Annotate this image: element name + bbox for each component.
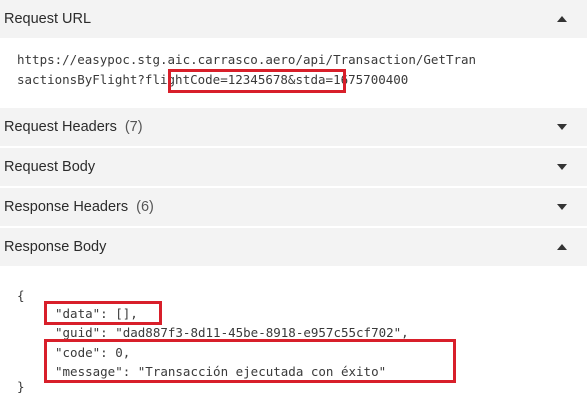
section-title: Response Headers (4, 199, 129, 215)
chevron-down-icon[interactable] (557, 204, 567, 210)
json-guid-line: "guid": "dad887f3-8d11-45be-8918-e957c55… (55, 325, 409, 340)
section-title: Request Body (4, 159, 96, 175)
section-title: Request Headers (4, 119, 117, 135)
highlight-code-message-fields (44, 339, 456, 383)
section-request-url-header[interactable]: Request URL (0, 0, 587, 38)
section-response-headers-header[interactable]: Response Headers (6) (0, 188, 587, 226)
chevron-down-icon[interactable] (557, 164, 567, 170)
section-title: Response Body (4, 239, 107, 255)
highlight-data-field (44, 301, 162, 325)
section-response-body-header[interactable]: Response Body (0, 228, 587, 266)
section-count-badge: (6) (136, 199, 154, 215)
section-request-body-header[interactable]: Request Body (0, 148, 587, 186)
json-close-brace: } (17, 379, 25, 394)
section-count-badge: (7) (124, 119, 143, 135)
chevron-down-icon[interactable] (557, 124, 567, 130)
section-request-headers-header[interactable]: Request Headers (7) (0, 108, 587, 146)
request-url-line-1: https://easypoc.stg.aic.carrasco.aero/ap… (17, 52, 477, 67)
json-open-brace: { (17, 288, 25, 303)
chevron-up-icon[interactable] (557, 16, 567, 22)
response-body-content: { "data": [], "guid": "dad887f3-8d11-45b… (0, 266, 587, 415)
chevron-up-icon[interactable] (557, 244, 567, 250)
highlight-flight-code (168, 69, 346, 93)
section-title: Request URL (4, 11, 92, 27)
request-url-content: https://easypoc.stg.aic.carrasco.aero/ap… (0, 38, 587, 118)
